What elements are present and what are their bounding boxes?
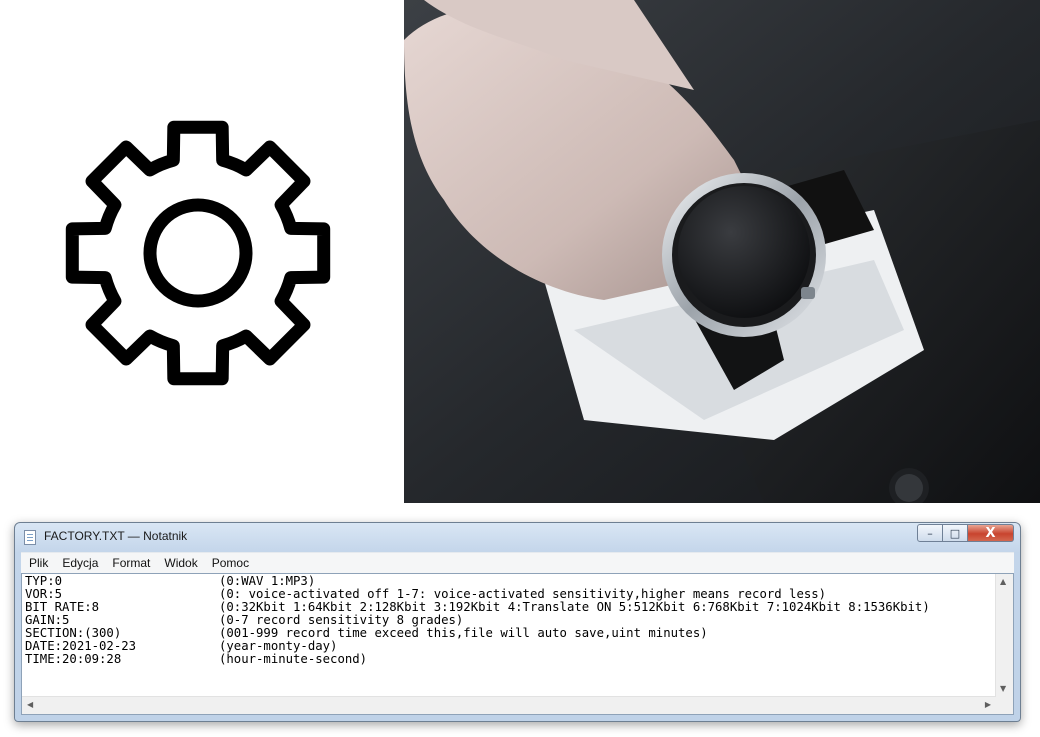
scroll-right-icon[interactable]: ▶ — [985, 701, 991, 709]
text-line: BIT RATE:8 (0:32Kbit 1:64Kbit 2:128Kbit 3… — [25, 601, 995, 614]
gear-icon — [65, 120, 331, 386]
text-editor[interactable]: TYP:0 (0:WAV 1:MP3) VOR:5 (0: voice-activa… — [21, 573, 1014, 715]
smartwatch-photo — [404, 0, 1040, 503]
maximize-button[interactable]: □ — [943, 524, 968, 542]
line-key: TIME:20:09:28 — [25, 652, 122, 666]
notepad-window: FACTORY.TXT — Notatnik – □ X Plik Edycja… — [14, 522, 1021, 722]
horizontal-scrollbar[interactable]: ◀ ▶ — [22, 696, 996, 714]
menu-format[interactable]: Format — [105, 553, 157, 573]
menu-file[interactable]: Plik — [21, 553, 55, 573]
title-bar[interactable]: FACTORY.TXT — Notatnik – □ X — [15, 523, 1020, 551]
scroll-up-icon[interactable]: ▲ — [1000, 578, 1006, 586]
settings-illustration — [0, 0, 404, 503]
close-button[interactable]: X — [968, 524, 1014, 542]
text-line: TIME:20:09:28 (hour-minute-second) — [25, 653, 995, 666]
window-controls: – □ X — [917, 524, 1014, 543]
resize-grip[interactable] — [996, 697, 1013, 714]
menu-bar: Plik Edycja Format Widok Pomoc — [21, 552, 1014, 573]
document-text[interactable]: TYP:0 (0:WAV 1:MP3) VOR:5 (0: voice-activa… — [25, 575, 995, 696]
menu-view[interactable]: Widok — [157, 553, 204, 573]
menu-edit[interactable]: Edycja — [55, 553, 105, 573]
scroll-down-icon[interactable]: ▼ — [1000, 685, 1006, 693]
text-line: DATE:2021-02-23 (year-monty-day) — [25, 640, 995, 653]
vertical-scrollbar[interactable]: ▲ ▼ — [995, 574, 1013, 697]
menu-help[interactable]: Pomoc — [205, 553, 256, 573]
text-line: SECTION:(300) (001-999 record time exceed… — [25, 627, 995, 640]
line-comment: (hour-minute-second) — [219, 652, 368, 666]
window-title: FACTORY.TXT — Notatnik — [44, 529, 188, 543]
notepad-file-icon — [24, 530, 36, 545]
minimize-button[interactable]: – — [917, 524, 943, 542]
scroll-left-icon[interactable]: ◀ — [27, 701, 33, 709]
